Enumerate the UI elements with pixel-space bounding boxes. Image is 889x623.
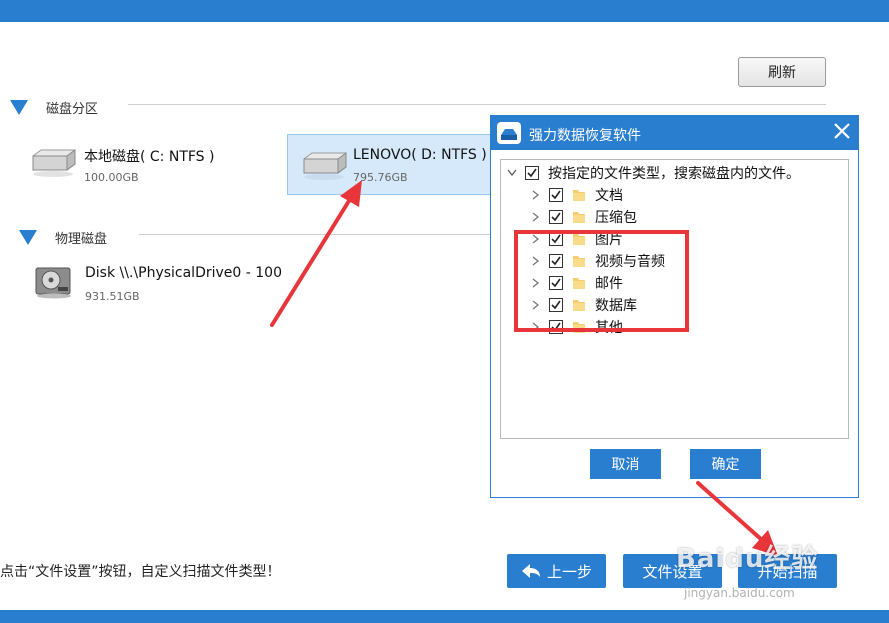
main-window: 刷新 磁盘分区 本地磁盘( C: NTFS ) 100.00GB LENOVO(… [0, 0, 889, 623]
watermark-url: jingyan.baidu.com [684, 586, 795, 600]
annotation-arrow-icon [270, 180, 362, 327]
watermark-logo: Baidu经验 [676, 544, 819, 574]
annotation-overlay [270, 180, 778, 556]
